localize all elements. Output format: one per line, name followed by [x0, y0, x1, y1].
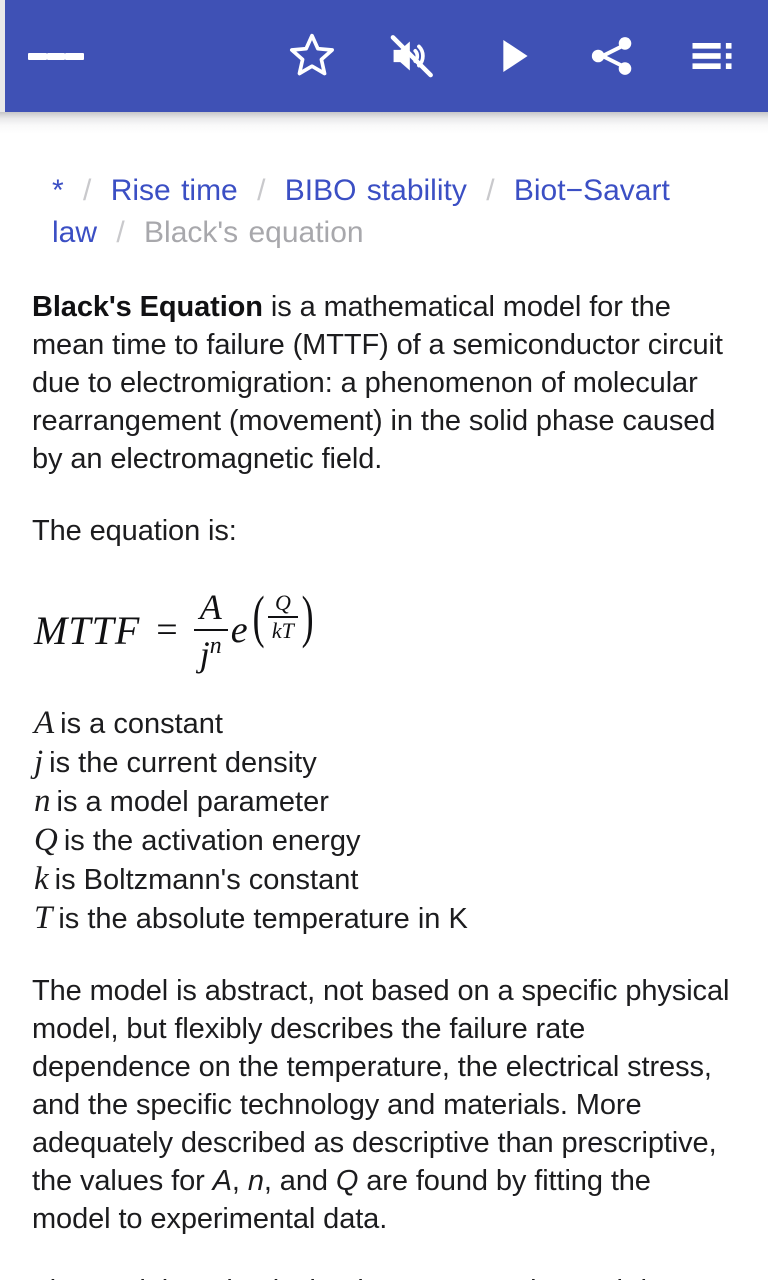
- breadcrumb-separator: /: [257, 174, 266, 207]
- symbol-definition-list: Ais a constant j is the current density n…: [34, 704, 736, 938]
- lead-term: Black's Equation: [32, 291, 263, 323]
- definition-symbol: k: [34, 861, 49, 897]
- definition-text: is the current density: [49, 747, 317, 779]
- breadcrumb-item-bibo-stability[interactable]: BIBO stability: [285, 174, 467, 207]
- definition-text: is a constant: [60, 708, 223, 740]
- definition-text: is a model parameter: [56, 786, 329, 818]
- intro-paragraph: Black's Equation is a mathematical model…: [32, 288, 736, 478]
- definition-row: Qis the activation energy: [34, 821, 736, 860]
- hamburger-bar: [28, 52, 47, 60]
- denominator-base: j: [199, 633, 210, 674]
- right-paren: ): [301, 584, 314, 650]
- black-equation-formula: MTTF = A jn e ( Q kT ): [34, 584, 736, 672]
- formula-exponent-group: ( Q kT ): [249, 584, 318, 650]
- breadcrumb-item-home[interactable]: *: [52, 174, 64, 207]
- model-description-paragraph: The model is abstract, not based on a sp…: [32, 972, 736, 1238]
- play-icon: [486, 30, 538, 82]
- inline-var-a: A: [212, 1165, 232, 1197]
- article-content: * / Rise time / BIBO stability / Biot−Sa…: [0, 112, 768, 1280]
- breadcrumb-item-rise-time[interactable]: Rise time: [111, 174, 238, 207]
- definition-row: Tis the absolute temperature in K: [34, 899, 736, 938]
- breadcrumb-item-current: Black's equation: [144, 216, 364, 249]
- star-outline-icon: [286, 30, 338, 82]
- toolbar-shadow: [0, 112, 768, 134]
- play-button[interactable]: [486, 30, 538, 82]
- list-icon: [686, 30, 738, 82]
- model-text-a: The model is abstract, not based on a sp…: [32, 975, 730, 1197]
- share-icon: [586, 30, 638, 82]
- definition-symbol: j: [34, 744, 44, 780]
- left-edge-strip: [0, 0, 5, 112]
- definition-symbol: Q: [34, 822, 58, 858]
- app-toolbar: [0, 0, 768, 112]
- exponent-numerator: Q: [274, 590, 291, 616]
- definition-row: Ais a constant: [34, 704, 736, 743]
- breadcrumb-separator: /: [116, 216, 125, 249]
- equation-intro: The equation is:: [32, 515, 237, 547]
- formula-denominator: jn: [194, 631, 228, 672]
- model-mid-2: , and: [263, 1165, 336, 1197]
- definition-text: is the activation energy: [63, 825, 361, 857]
- definition-symbol: A: [34, 705, 55, 741]
- formula-numerator: A: [199, 586, 222, 627]
- toolbar-actions: [286, 30, 768, 82]
- definition-symbol: T: [34, 900, 53, 936]
- exponent-denominator: kT: [271, 617, 294, 643]
- definition-text: is Boltzmann's constant: [54, 864, 359, 896]
- breadcrumb-separator: /: [486, 174, 495, 207]
- volume-muted-icon: [386, 30, 438, 82]
- model-mid-1: ,: [231, 1165, 248, 1197]
- formula-fraction: A jn: [193, 586, 228, 672]
- definition-row: k is Boltzmann's constant: [34, 860, 736, 899]
- mute-button[interactable]: [386, 30, 438, 82]
- left-paren: (: [252, 584, 265, 650]
- inline-var-n: n: [247, 1165, 264, 1197]
- definition-row: j is the current density: [34, 743, 736, 782]
- breadcrumb: * / Rise time / BIBO stability / Biot−Sa…: [32, 170, 736, 254]
- formula-lhs: MTTF: [34, 607, 141, 653]
- model-value-paragraph: The model's value is that it maps experi…: [32, 1272, 736, 1280]
- definition-text: is the absolute temperature in K: [58, 903, 468, 935]
- hamburger-menu-icon[interactable]: [28, 28, 85, 84]
- exponent-fraction: Q kT: [267, 590, 298, 643]
- hamburger-bar: [46, 52, 66, 60]
- breadcrumb-separator: /: [83, 174, 92, 207]
- list-button[interactable]: [686, 30, 738, 82]
- share-button[interactable]: [586, 30, 638, 82]
- definition-row: n is a model parameter: [34, 782, 736, 821]
- denominator-exponent: n: [209, 632, 222, 659]
- formula-equals: =: [156, 609, 178, 651]
- formula-exp-base: e: [230, 609, 248, 651]
- inline-var-q: Q: [335, 1165, 359, 1197]
- hamburger-bar: [65, 52, 85, 60]
- favorite-button[interactable]: [286, 30, 338, 82]
- definition-symbol: n: [34, 783, 51, 819]
